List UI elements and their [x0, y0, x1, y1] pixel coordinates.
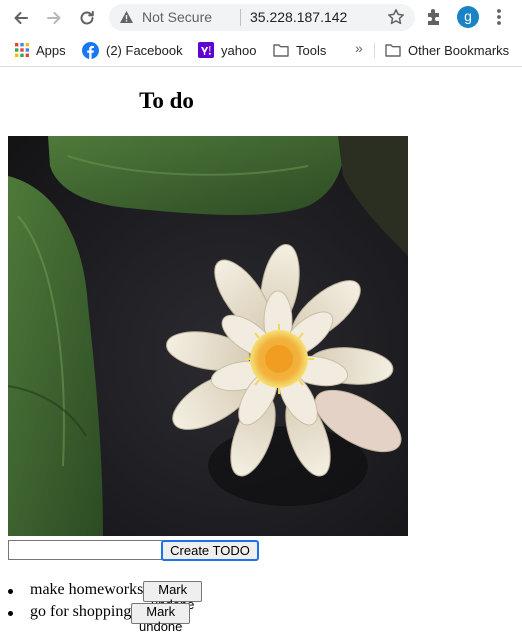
address-bar[interactable]: Not Secure 35.228.187.142	[109, 4, 415, 31]
warning-icon	[120, 11, 133, 23]
list-bullet	[8, 611, 13, 616]
extensions-puzzle-icon[interactable]	[424, 6, 444, 28]
page-title: To do	[139, 88, 194, 113]
water-lily-image	[8, 136, 408, 536]
bookmark-label: Other Bookmarks	[408, 42, 510, 58]
reload-button[interactable]	[75, 6, 99, 30]
list-bullet	[8, 589, 13, 594]
back-button[interactable]	[9, 6, 33, 30]
bookmark-tools-folder[interactable]: Tools	[273, 41, 326, 59]
mark-undone-button[interactable]: Mark undone	[143, 581, 203, 612]
todo-text: go for shopping	[30, 603, 132, 620]
forward-arrow-icon	[47, 12, 61, 24]
bookmark-label: Tools	[296, 42, 327, 58]
bookmark-label: yahoo	[221, 42, 257, 58]
todo-text: make homeworks	[30, 581, 144, 598]
forward-button[interactable]	[42, 6, 66, 30]
folder-icon	[273, 44, 289, 57]
bookmark-apps[interactable]: Apps	[15, 41, 66, 59]
bookmarks-separator	[374, 43, 375, 58]
bookmark-label: (2) Facebook	[106, 42, 183, 58]
todo-input[interactable]	[8, 540, 164, 560]
folder-icon	[385, 44, 401, 57]
mark-undone-button[interactable]: Mark undone	[131, 603, 191, 634]
reload-icon	[80, 10, 94, 25]
url-text: 35.228.187.142	[250, 9, 348, 25]
browser-toolbar: Not Secure 35.228.187.142 g	[0, 0, 522, 35]
bookmarks-bar: Apps (2) Facebook yahoo Tools » Other Bo…	[0, 35, 522, 67]
apps-grid-icon	[15, 43, 29, 57]
create-todo-button[interactable]: Create TODO	[161, 540, 259, 561]
other-bookmarks-folder[interactable]: Other Bookmarks	[385, 41, 509, 59]
bookmark-facebook[interactable]: (2) Facebook	[82, 41, 183, 59]
bookmark-label: Apps	[36, 42, 66, 58]
security-label: Not Secure	[142, 9, 213, 25]
bookmarks-overflow-chevron[interactable]: »	[355, 40, 363, 56]
back-arrow-icon	[14, 12, 28, 24]
more-menu-icon[interactable]	[492, 6, 506, 28]
yahoo-icon	[198, 42, 214, 58]
profile-avatar[interactable]: g	[457, 6, 479, 28]
bookmark-yahoo[interactable]: yahoo	[198, 41, 256, 59]
bookmark-star-icon[interactable]	[387, 8, 405, 26]
facebook-icon	[82, 41, 99, 59]
address-separator	[240, 9, 241, 26]
